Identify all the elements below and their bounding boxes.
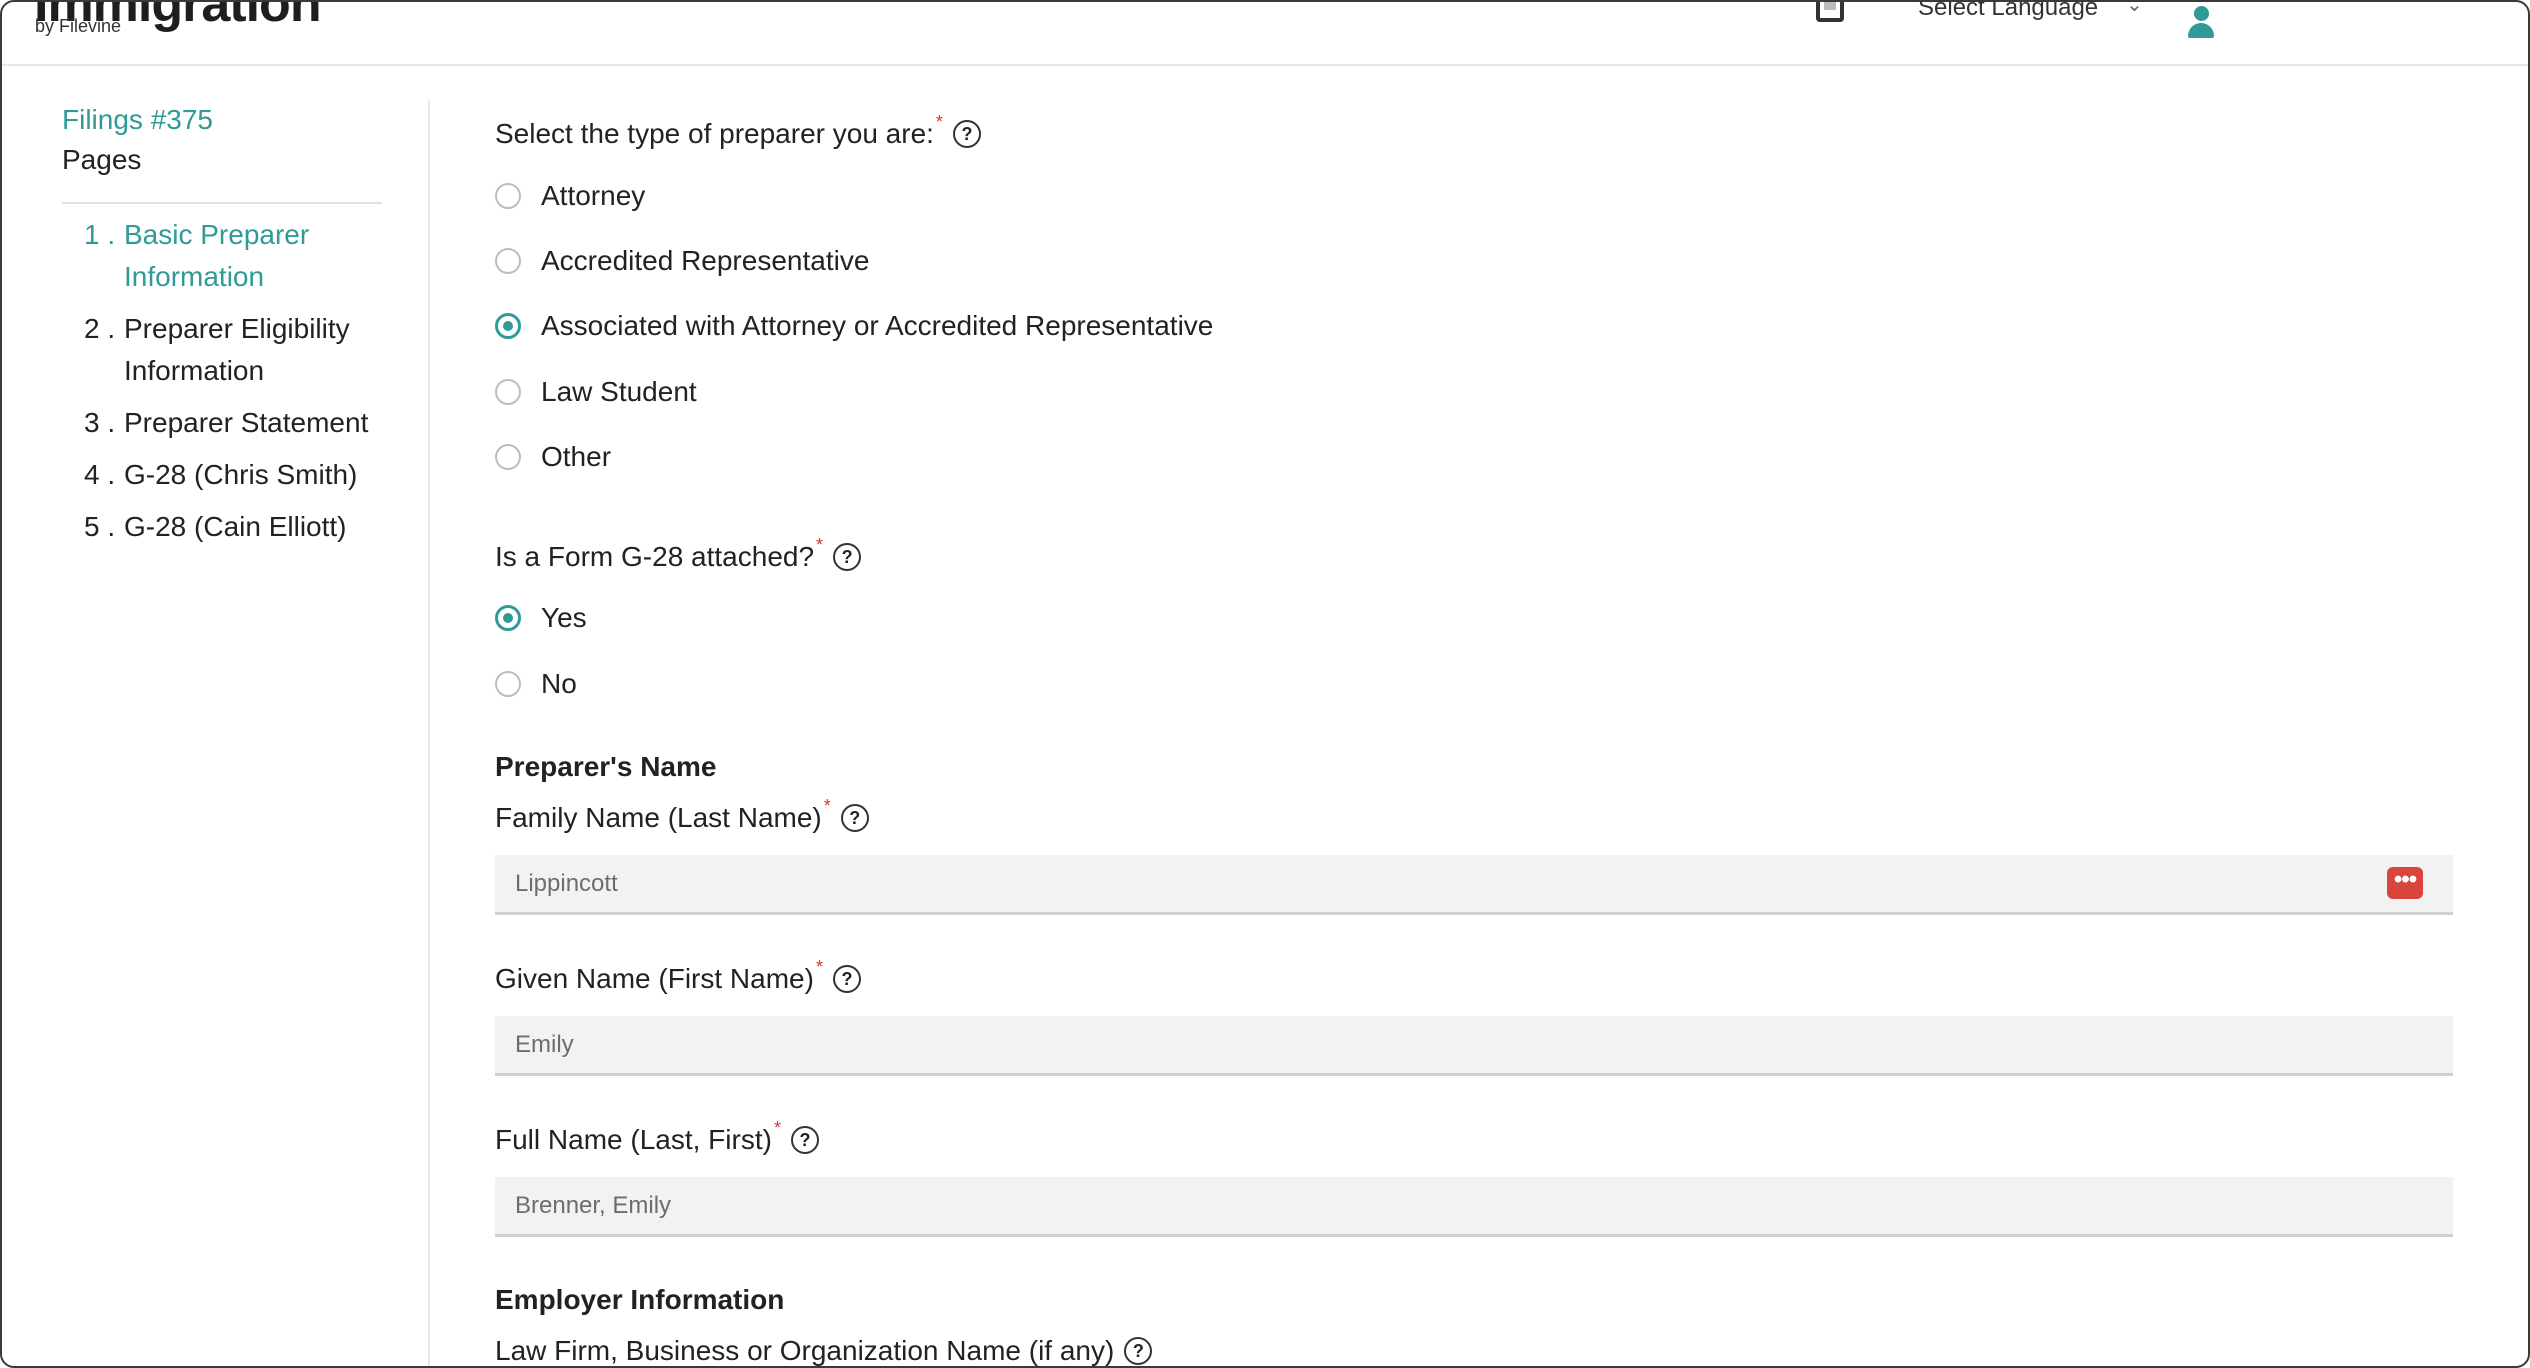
window-frame — [0, 0, 2530, 1368]
